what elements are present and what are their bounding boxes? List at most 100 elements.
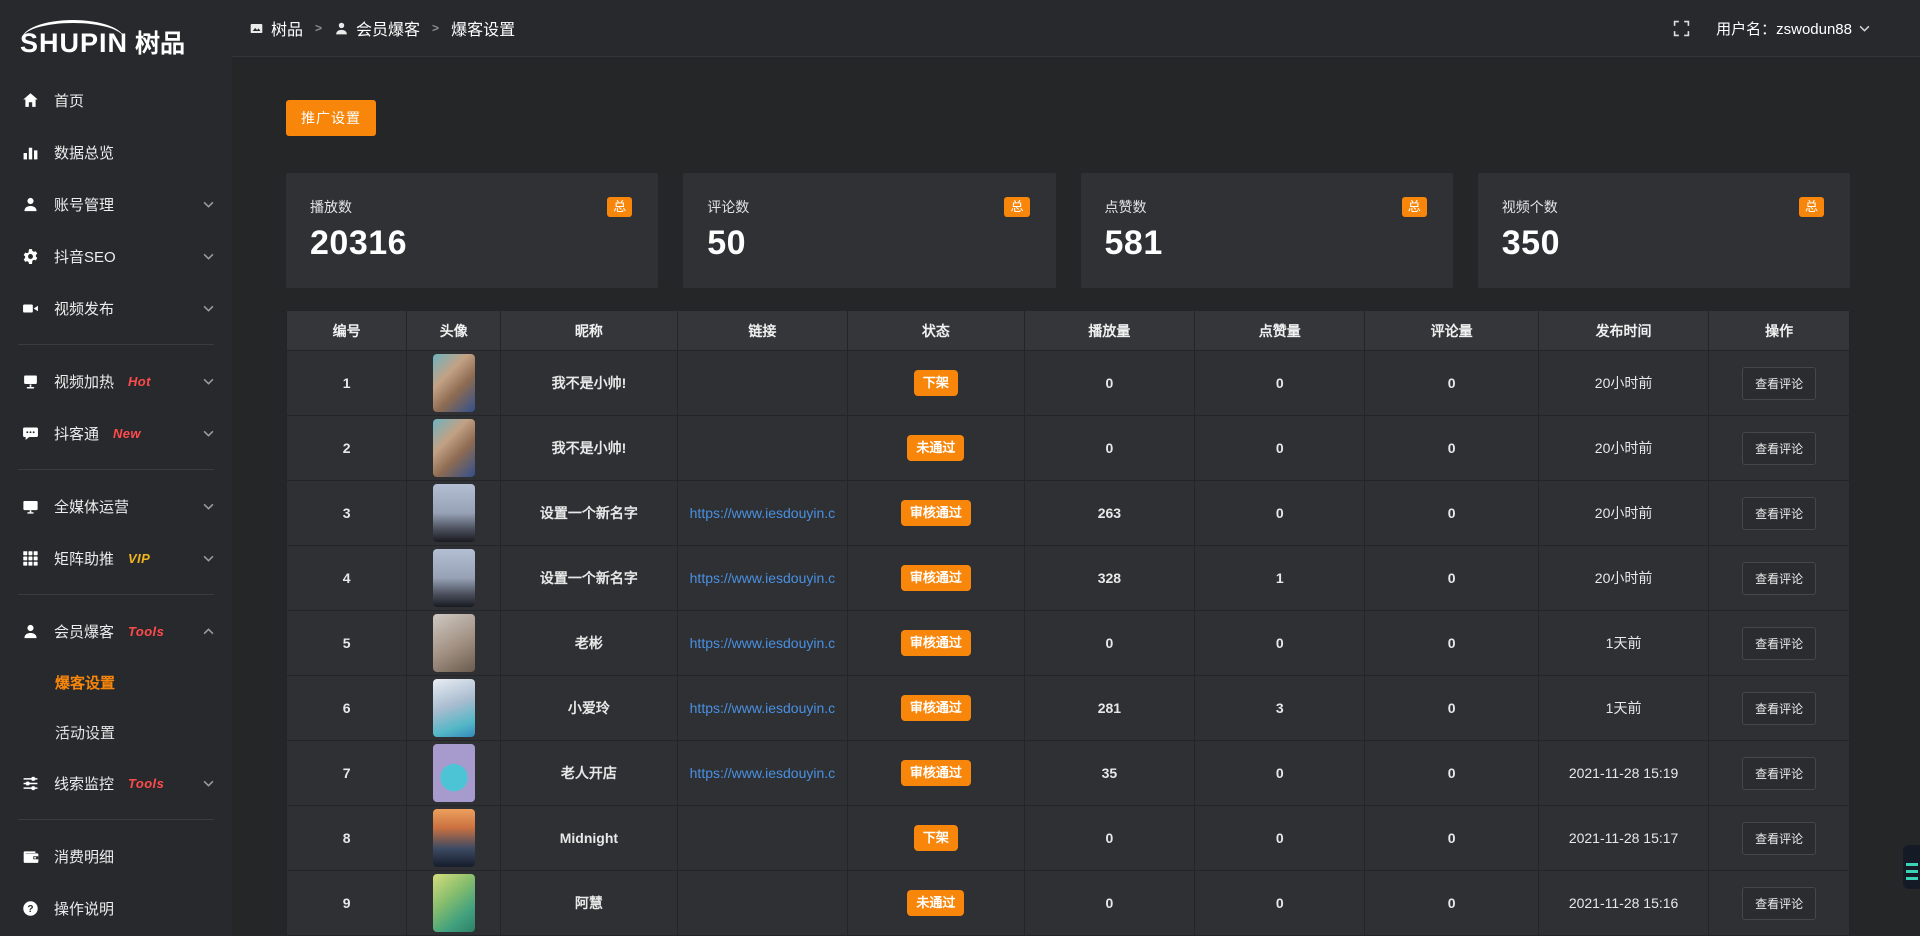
sidebar-item-operation-guide[interactable]: ? 操作说明 — [0, 882, 232, 934]
chevron-down-icon — [203, 555, 214, 562]
sidebar-item-matrix-boost[interactable]: 矩阵助推VIP — [0, 532, 232, 584]
cell-id: 9 — [287, 871, 407, 936]
sidebar-item-lead-monitor[interactable]: 线索监控Tools — [0, 757, 232, 809]
column-header: 播放量 — [1024, 311, 1194, 351]
avatar — [433, 744, 475, 802]
chevron-down-icon — [203, 430, 214, 437]
status-badge[interactable]: 下架 — [914, 370, 958, 396]
cell-link — [677, 871, 847, 936]
avatar — [433, 614, 475, 672]
status-badge[interactable]: 未通过 — [907, 890, 964, 916]
status-badge[interactable]: 审核通过 — [901, 695, 971, 721]
status-badge[interactable]: 审核通过 — [901, 630, 971, 656]
view-comments-button[interactable]: 查看评论 — [1742, 432, 1816, 465]
cell-avatar — [407, 546, 501, 611]
breadcrumb-label: 爆客设置 — [451, 16, 515, 40]
sidebar-item-account-management[interactable]: 账号管理 — [0, 178, 232, 230]
status-badge[interactable]: 未通过 — [907, 435, 964, 461]
cell-id: 2 — [287, 416, 407, 481]
breadcrumb-item-member-baoke[interactable]: 会员爆客 — [334, 16, 420, 40]
sidebar-item-douketong[interactable]: 抖客通New — [0, 407, 232, 459]
promotion-settings-button[interactable]: 推广设置 — [286, 100, 376, 136]
bar-chart-icon — [22, 144, 39, 161]
view-comments-button[interactable]: 查看评论 — [1742, 887, 1816, 920]
sidebar-item-video-publish[interactable]: 视频发布 — [0, 282, 232, 334]
cell-actions: 查看评论 — [1709, 481, 1850, 546]
chevron-down-icon — [1859, 25, 1870, 32]
sidebar-item-label: 操作说明 — [54, 898, 114, 919]
sidebar-item-douyin-seo[interactable]: 抖音SEO — [0, 230, 232, 282]
content: 推广设置 播放数总20316评论数总50点赞数总581视频个数总350 编号头像… — [232, 57, 1920, 936]
avatar — [433, 354, 475, 412]
avatar — [433, 484, 475, 542]
cell-actions: 查看评论 — [1709, 871, 1850, 936]
avatar — [433, 419, 475, 477]
cell-actions: 查看评论 — [1709, 351, 1850, 416]
cell-nickname: 小爱玲 — [501, 676, 678, 741]
user-icon — [334, 21, 349, 36]
video-link[interactable]: https://www.iesdouyin.c — [690, 570, 836, 586]
sidebar-item-data-overview[interactable]: 数据总览 — [0, 126, 232, 178]
sidebar-item-video-heat[interactable]: 视频加热Hot — [0, 355, 232, 407]
cell-status: 审核通过 — [848, 676, 1025, 741]
breadcrumb-item-shupin[interactable]: 树品 — [249, 16, 303, 40]
fullscreen-icon[interactable] — [1673, 20, 1690, 37]
cell-id: 7 — [287, 741, 407, 806]
cell-plays: 328 — [1024, 546, 1194, 611]
status-badge[interactable]: 审核通过 — [901, 565, 971, 591]
view-comments-button[interactable]: 查看评论 — [1742, 822, 1816, 855]
view-comments-button[interactable]: 查看评论 — [1742, 562, 1816, 595]
view-comments-button[interactable]: 查看评论 — [1742, 692, 1816, 725]
sidebar-subitem-baoke-settings[interactable]: 爆客设置 — [0, 657, 232, 707]
sidebar-item-member-baoke[interactable]: 会员爆客Tools — [0, 605, 232, 657]
status-badge[interactable]: 审核通过 — [901, 500, 971, 526]
breadcrumb-separator: > — [432, 21, 439, 35]
breadcrumb-label: 会员爆客 — [356, 16, 420, 40]
svg-text:?: ? — [27, 903, 33, 914]
cell-likes: 0 — [1195, 611, 1365, 676]
wallet-icon — [22, 848, 39, 865]
logo-cjk-text: 树品 — [135, 32, 185, 57]
column-header: 操作 — [1709, 311, 1850, 351]
cell-publish-time: 1天前 — [1538, 611, 1708, 676]
sidebar-item-label: 首页 — [54, 90, 84, 111]
menu-badge: Hot — [128, 374, 151, 389]
cell-publish-time: 2021-11-28 15:16 — [1538, 871, 1708, 936]
sidebar-subitem-activity-settings[interactable]: 活动设置 — [0, 707, 232, 757]
video-link[interactable]: https://www.iesdouyin.c — [690, 700, 836, 716]
cell-comments: 0 — [1365, 741, 1538, 806]
cell-likes: 0 — [1195, 351, 1365, 416]
view-comments-button[interactable]: 查看评论 — [1742, 757, 1816, 790]
view-comments-button[interactable]: 查看评论 — [1742, 367, 1816, 400]
cell-avatar — [407, 806, 501, 871]
stat-value: 50 — [707, 224, 1029, 263]
avatar — [433, 679, 475, 737]
cell-likes: 1 — [1195, 546, 1365, 611]
side-float-widget[interactable] — [1903, 845, 1920, 889]
cell-plays: 263 — [1024, 481, 1194, 546]
cell-comments: 0 — [1365, 481, 1538, 546]
cell-link: https://www.iesdouyin.c — [677, 611, 847, 676]
sidebar-item-media-operation[interactable]: 全媒体运营 — [0, 480, 232, 532]
chevron-down-icon — [203, 201, 214, 208]
cell-actions: 查看评论 — [1709, 546, 1850, 611]
sidebar-item-label: 视频发布 — [54, 298, 114, 319]
status-badge[interactable]: 下架 — [914, 825, 958, 851]
cell-actions: 查看评论 — [1709, 676, 1850, 741]
video-link[interactable]: https://www.iesdouyin.c — [690, 765, 836, 781]
sidebar-subitem-label: 活动设置 — [55, 722, 115, 743]
sidebar-item-consumption-detail[interactable]: 消费明细 — [0, 830, 232, 882]
user-menu[interactable]: 用户名：zswodun88 — [1716, 18, 1870, 39]
video-link[interactable]: https://www.iesdouyin.c — [690, 635, 836, 651]
brand-logo[interactable]: SHUPIN 树品 — [0, 0, 232, 64]
cell-id: 3 — [287, 481, 407, 546]
status-badge[interactable]: 审核通过 — [901, 760, 971, 786]
view-comments-button[interactable]: 查看评论 — [1742, 627, 1816, 660]
view-comments-button[interactable]: 查看评论 — [1742, 497, 1816, 530]
sidebar-item-home[interactable]: 首页 — [0, 74, 232, 126]
home-icon — [22, 92, 39, 109]
video-link[interactable]: https://www.iesdouyin.c — [690, 505, 836, 521]
table-row: 5老彬https://www.iesdouyin.c审核通过0001天前查看评论 — [287, 611, 1850, 676]
stat-label: 点赞数 — [1105, 197, 1147, 217]
table-row: 3设置一个新名字https://www.iesdouyin.c审核通过26300… — [287, 481, 1850, 546]
